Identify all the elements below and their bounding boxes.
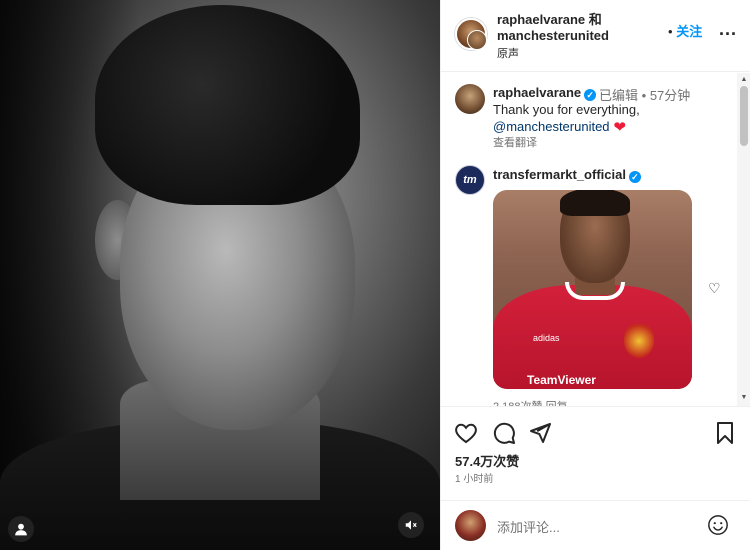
comment-like-heart-icon[interactable]: ♡ — [708, 280, 721, 297]
mention-link[interactable]: @manchesterunited — [493, 119, 610, 134]
save-bookmark-icon[interactable] — [713, 421, 737, 445]
gif-collar — [565, 282, 625, 300]
post-header: raphaelvarane 和 manchesterunited 原声 • 关注… — [441, 0, 750, 72]
comment-gif[interactable]: adidas TeamViewer — [493, 190, 692, 389]
author-username[interactable]: raphaelvarane — [497, 12, 585, 27]
share-send-icon[interactable] — [528, 421, 552, 445]
comment-input[interactable]: 添加评论... — [497, 517, 560, 536]
collab-username[interactable]: manchesterunited — [497, 28, 609, 43]
follow-dot: • — [668, 24, 673, 39]
scrollbar-thumb[interactable] — [740, 86, 748, 146]
comment-bubble-icon[interactable] — [492, 421, 516, 445]
header-usernames: raphaelvarane 和 manchesterunited — [497, 12, 609, 44]
caption-text: Thank you for everything, @manchesteruni… — [493, 102, 640, 136]
verified-badge-icon: ✓ — [628, 171, 641, 183]
joiner-text: 和 — [588, 12, 602, 27]
follow-label: 关注 — [676, 24, 703, 39]
audio-label[interactable]: 原声 — [497, 45, 519, 61]
caption-time[interactable]: 57分钟 — [650, 88, 690, 103]
adidas-logo: adidas — [533, 333, 560, 343]
media-hair — [95, 5, 360, 205]
likes-count[interactable]: 57.4万次赞 — [455, 451, 519, 470]
user-icon — [15, 523, 27, 536]
add-comment-bar: 添加评论... — [441, 500, 750, 550]
heart-emoji-icon: ❤ — [613, 119, 627, 136]
emoji-icon[interactable] — [707, 514, 729, 536]
gif-hair — [560, 190, 630, 216]
post-time[interactable]: 1 小时前 — [455, 470, 493, 485]
see-translation-link[interactable]: 查看翻译 — [493, 134, 537, 150]
like-heart-icon[interactable] — [454, 421, 478, 445]
comment-meta: 2,188次赞 回复 — [493, 398, 568, 406]
follow-button[interactable]: • 关注 — [668, 21, 702, 40]
comment-avatar[interactable]: tm — [455, 165, 485, 195]
comment-username[interactable]: transfermarkt_official ✓ — [493, 167, 641, 183]
club-crest-icon — [624, 324, 654, 358]
mute-button[interactable] — [398, 512, 424, 538]
current-user-avatar — [455, 510, 486, 541]
caption-username[interactable]: raphaelvarane ✓ — [493, 85, 597, 101]
caption-avatar[interactable] — [455, 84, 485, 114]
user-tag-button[interactable] — [8, 516, 34, 542]
post-media[interactable] — [0, 0, 440, 550]
comments-list: raphaelvarane ✓ 已编辑 • 57分钟 Thank you for … — [441, 73, 737, 406]
muted-speaker-icon — [405, 520, 417, 530]
collab-avatar[interactable] — [467, 30, 487, 50]
action-bar: 57.4万次赞 1 小时前 — [441, 406, 750, 501]
scroll-down-arrow-icon[interactable]: ▼ — [740, 394, 748, 401]
more-options-button[interactable]: ... — [719, 20, 737, 38]
post-panel: raphaelvarane 和 manchesterunited 原声 • 关注… — [440, 0, 750, 550]
verified-badge-icon: ✓ — [584, 89, 597, 101]
scroll-up-arrow-icon[interactable]: ▲ — [740, 76, 748, 83]
sponsor-logo: TeamViewer — [527, 373, 596, 387]
